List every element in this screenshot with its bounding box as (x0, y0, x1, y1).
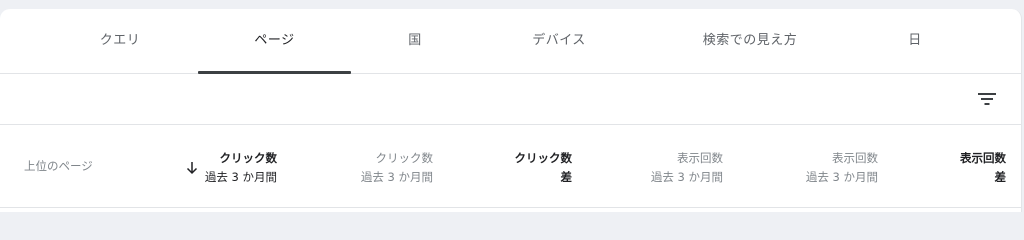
clicks-difference-header[interactable]: クリック数 差 (515, 149, 573, 187)
column-header-title: クリック数 (514, 151, 573, 165)
column-header-title: クリック数 (219, 151, 278, 165)
column-header-subtitle: 過去 3 か月間 (360, 170, 433, 184)
tab-pages-label: ページ (254, 33, 295, 48)
tab-countries[interactable]: 国 (350, 9, 480, 73)
tab-search-appearance-label: 検索での見え方 (702, 33, 798, 48)
tab-dates[interactable]: 日 (870, 9, 960, 73)
column-header-title: 表示回数 (677, 151, 723, 165)
column-header-subtitle: 過去 3 か月間 (650, 170, 723, 184)
column-header-title: クリック数 (375, 151, 434, 165)
tab-queries[interactable]: クエリ (55, 9, 185, 73)
column-header-subtitle: 差 (994, 170, 1007, 184)
top-pages-header: 上位のページ (24, 159, 93, 173)
column-header-subtitle: 差 (560, 170, 573, 184)
dimension-tabs: クエリ ページ 国 デバイス 検索での見え方 日 (0, 9, 1021, 74)
impressions-difference-header[interactable]: 表示回数 差 (960, 149, 1006, 187)
column-header-subtitle: 過去 3 か月間 (805, 170, 878, 184)
impressions-last-3-months-header[interactable]: 表示回数 過去 3 か月間 (651, 149, 723, 187)
filter-button[interactable] (975, 87, 999, 111)
filter-toolbar (0, 74, 1021, 125)
column-header-title: 表示回数 (960, 151, 1006, 165)
column-header-subtitle: 過去 3 か月間 (204, 170, 277, 184)
filter-list-icon (978, 93, 996, 105)
tab-queries-label: クエリ (99, 33, 141, 48)
clicks-last-3-months-header[interactable]: クリック数 過去 3 か月間 (205, 149, 277, 187)
tab-search-appearance[interactable]: 検索での見え方 (665, 9, 835, 73)
tab-devices[interactable]: デバイス (494, 9, 624, 73)
tab-pages[interactable]: ページ (198, 9, 351, 74)
impressions-previous-3-months-header[interactable]: 表示回数 過去 3 か月間 (806, 149, 878, 187)
arrow-down-icon[interactable] (186, 161, 198, 175)
performance-card: クエリ ページ 国 デバイス 検索での見え方 日 上位のページ クリック数 過去… (0, 9, 1022, 212)
tab-countries-label: 国 (408, 33, 422, 48)
tab-devices-label: デバイス (532, 33, 586, 48)
tab-dates-label: 日 (908, 33, 922, 48)
clicks-previous-3-months-header[interactable]: クリック数 過去 3 か月間 (361, 149, 433, 187)
table-header-row: 上位のページ クリック数 過去 3 か月間 クリック数 過去 3 か月間 クリッ… (0, 125, 1021, 208)
column-header-title: 表示回数 (832, 151, 878, 165)
